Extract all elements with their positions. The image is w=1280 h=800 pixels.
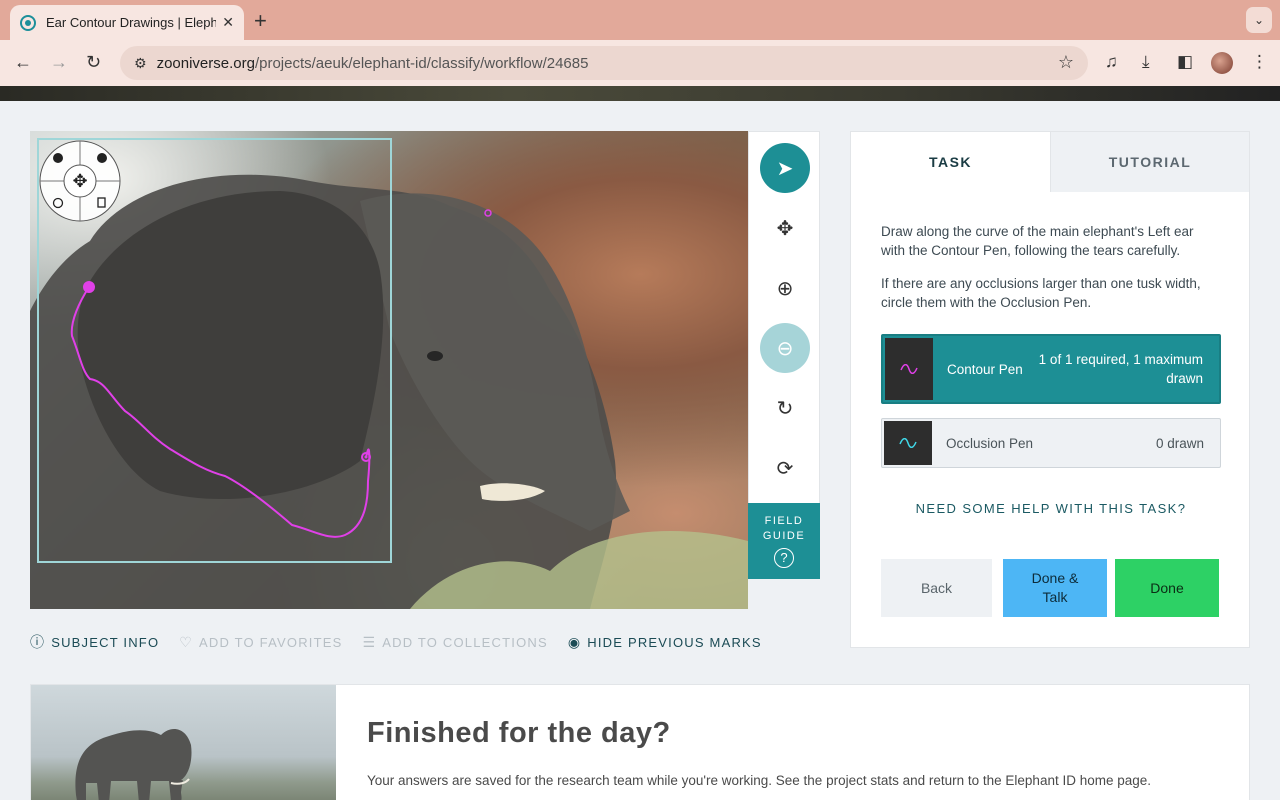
task-panel: TASK TUTORIAL Draw along the curve of th… xyxy=(850,131,1250,648)
eye-icon: ◉ xyxy=(567,633,582,650)
close-tab-icon[interactable]: ✕ xyxy=(222,14,234,31)
subject-info-label: SUBJECT INFO xyxy=(51,634,160,650)
back-arrow-icon[interactable]: ← xyxy=(14,52,32,73)
add-to-favorites-link[interactable]: ♡ ADD TO FAVORITES xyxy=(179,634,342,651)
contour-start-point xyxy=(83,281,95,293)
occlusion-pen-count: 0 drawn xyxy=(1155,435,1204,451)
add-to-collections-link[interactable]: ☰ ADD TO COLLECTIONS xyxy=(362,634,547,651)
occlusion-pen-name: Occlusion Pen xyxy=(946,435,1034,451)
browser-tabstrip: Ear Contour Drawings | Eleph ✕ + ⌄ xyxy=(0,0,1280,40)
done-and-talk-button[interactable]: Done & Talk xyxy=(1003,559,1107,617)
zoom-in-icon: ⊕ xyxy=(776,277,794,300)
list-icon: ☰ xyxy=(362,633,377,650)
move-icon: ✥ xyxy=(776,217,794,240)
hide-previous-marks-label: HIDE PREVIOUS MARKS xyxy=(587,634,762,650)
url-path: /projects/aeuk/elephant-id/classify/work… xyxy=(254,54,589,72)
profile-avatar[interactable] xyxy=(1211,52,1233,74)
back-button[interactable]: Back xyxy=(881,559,992,617)
browser-toolbar: ← → ↻ ⚙ zooniverse.org/projects/aeuk/ele… xyxy=(0,40,1280,86)
add-to-favorites-label: ADD TO FAVORITES xyxy=(199,634,343,650)
heart-icon: ♡ xyxy=(179,633,194,650)
annotate-pointer-button[interactable]: ➤ xyxy=(760,143,810,193)
url-domain: zooniverse.org xyxy=(156,54,255,72)
zoom-in-button[interactable]: ⊕ xyxy=(760,263,810,313)
forward-arrow-icon[interactable]: → xyxy=(50,52,68,73)
squiggle-line-icon xyxy=(899,438,917,448)
finished-description: Your answers are saved for the research … xyxy=(367,773,1152,788)
task-tabs: TASK TUTORIAL xyxy=(851,132,1249,192)
hide-previous-marks-link[interactable]: ◉ HIDE PREVIOUS MARKS xyxy=(568,634,762,651)
rotate-left-icon xyxy=(53,153,63,163)
reset-view-button[interactable]: ⟳ xyxy=(760,443,810,493)
tab-title: Ear Contour Drawings | Eleph xyxy=(46,15,217,30)
task-instructions: Draw along the curve of the main elephan… xyxy=(881,222,1221,326)
elephant-eye-shape xyxy=(427,351,443,361)
media-controls-icon[interactable]: ♫ xyxy=(1105,52,1118,72)
elephant-thumbnail-image xyxy=(31,685,336,800)
side-panel-icon[interactable]: ◧ xyxy=(1177,52,1193,72)
occlusion-pen-tool[interactable]: Occlusion Pen 0 drawn xyxy=(881,418,1221,468)
help-question-icon: ? xyxy=(774,548,794,568)
add-to-collections-label: ADD TO COLLECTIONS xyxy=(382,634,548,650)
reset-icon: ⟳ xyxy=(776,457,794,480)
field-guide-label: FIELD GUIDE xyxy=(762,515,806,542)
contour-pen-count: 1 of 1 required, 1 maximum drawn xyxy=(1038,352,1203,386)
project-hero-banner xyxy=(0,86,1280,101)
pointer-arrow-icon: ➤ xyxy=(776,157,794,180)
tab-task[interactable]: TASK xyxy=(851,132,1050,192)
subject-info-link[interactable]: ⓘ SUBJECT INFO xyxy=(30,632,159,652)
finished-for-day-card: Finished for the day? Your answers are s… xyxy=(30,684,1250,800)
url-text[interactable]: zooniverse.org/projects/aeuk/elephant-id… xyxy=(157,55,589,72)
tab-search-chevron-icon[interactable]: ⌄ xyxy=(1246,7,1272,33)
subject-drawing-layer[interactable]: ✥ xyxy=(30,131,748,609)
browser-menu-icon[interactable]: ⋮ xyxy=(1251,52,1268,72)
info-icon: ⓘ xyxy=(30,634,46,650)
download-icon[interactable]: ⤓ xyxy=(1142,52,1150,72)
rotate-icon: ↻ xyxy=(776,397,794,420)
bookmark-star-icon[interactable]: ☆ xyxy=(1058,52,1074,73)
field-guide-button[interactable]: FIELD GUIDE ? xyxy=(748,503,820,579)
site-settings-icon[interactable]: ⚙ xyxy=(134,55,147,72)
subject-actions-bar: ⓘ SUBJECT INFO ♡ ADD TO FAVORITES ☰ ADD TO … xyxy=(30,632,782,652)
zoom-out-icon: ⊖ xyxy=(776,337,794,360)
address-bar[interactable]: ⚙ zooniverse.org/projects/aeuk/elephant-… xyxy=(120,46,1088,80)
finished-title: Finished for the day? xyxy=(367,717,671,749)
task-help-link[interactable]: NEED SOME HELP WITH THIS TASK? xyxy=(851,501,1251,516)
move-mark-icon: ✥ xyxy=(72,171,87,192)
subject-image-viewer[interactable]: ✥ xyxy=(30,131,748,609)
rotate-button[interactable]: ↻ xyxy=(760,383,810,433)
contour-pen-tool[interactable]: Contour Pen 1 of 1 required, 1 maximum d… xyxy=(881,334,1221,404)
move-subject-button[interactable]: ✥ xyxy=(760,203,810,253)
zooniverse-favicon-icon xyxy=(20,14,36,31)
zoom-out-button[interactable]: ⊖ xyxy=(760,323,810,373)
contour-pen-swatch xyxy=(885,338,933,400)
rotate-right-icon xyxy=(97,153,107,163)
done-button[interactable]: Done xyxy=(1115,559,1219,617)
squiggle-line-icon xyxy=(900,364,918,374)
instruction-paragraph: If there are any occlusions larger than … xyxy=(881,276,1201,310)
new-tab-icon[interactable]: + xyxy=(254,8,267,34)
contour-pen-name: Contour Pen xyxy=(947,361,1023,377)
browser-tab[interactable]: Ear Contour Drawings | Eleph ✕ xyxy=(10,5,244,40)
mark-edit-widget[interactable]: ✥ xyxy=(39,140,121,222)
elephant-thumbnail-drawing xyxy=(75,729,192,800)
tab-tutorial[interactable]: TUTORIAL xyxy=(1050,132,1249,192)
reload-icon[interactable]: ↻ xyxy=(86,52,101,73)
occlusion-pen-swatch xyxy=(884,421,932,465)
instruction-paragraph: Draw along the curve of the main elephan… xyxy=(881,224,1194,258)
contour-end-dot xyxy=(364,455,368,459)
